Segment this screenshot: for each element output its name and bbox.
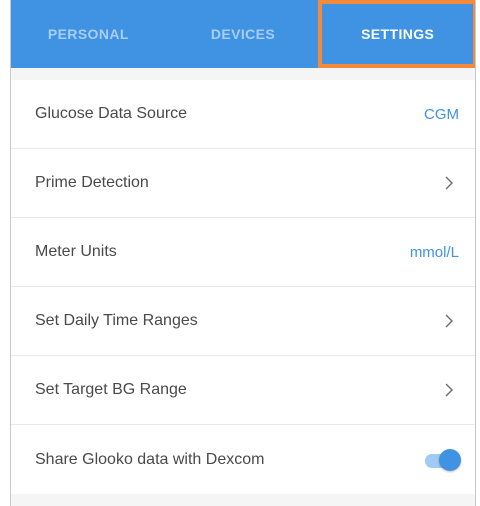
- glucose-data-source-label: Glucose Data Source: [35, 105, 188, 122]
- meter-units-row[interactable]: Meter Units mmol/L: [11, 218, 475, 287]
- target-bg-range-label: Set Target BG Range: [35, 381, 187, 398]
- chevron-right-icon: [439, 380, 459, 400]
- meter-units-label: Meter Units: [35, 243, 117, 260]
- tab-bar: PERSONAL DEVICES SETTINGS: [11, 0, 475, 68]
- tab-settings[interactable]: SETTINGS: [320, 0, 475, 68]
- daily-time-ranges-label: Set Daily Time Ranges: [35, 312, 198, 329]
- meter-units-value: mmol/L: [409, 243, 459, 261]
- toggle-thumb: [439, 448, 461, 471]
- target-bg-range-row[interactable]: Set Target BG Range: [11, 356, 475, 425]
- share-dexcom-toggle[interactable]: [423, 448, 461, 472]
- tab-personal[interactable]: PERSONAL: [11, 0, 166, 68]
- prime-detection-row[interactable]: Prime Detection: [11, 149, 475, 218]
- share-dexcom-row: Share Glooko data with Dexcom: [11, 425, 475, 494]
- share-dexcom-label: Share Glooko data with Dexcom: [35, 450, 265, 468]
- settings-screen: PERSONAL DEVICES SETTINGS Glucose Data S…: [10, 0, 476, 506]
- chevron-right-icon: [439, 311, 459, 331]
- chevron-right-icon: [439, 173, 459, 193]
- settings-list: Glucose Data Source CGM Prime Detection …: [11, 80, 475, 494]
- daily-time-ranges-row[interactable]: Set Daily Time Ranges: [11, 287, 475, 356]
- glucose-data-source-value: CGM: [424, 105, 459, 123]
- tab-devices[interactable]: DEVICES: [166, 0, 321, 68]
- glucose-data-source-row[interactable]: Glucose Data Source CGM: [11, 80, 475, 149]
- prime-detection-label: Prime Detection: [35, 174, 149, 191]
